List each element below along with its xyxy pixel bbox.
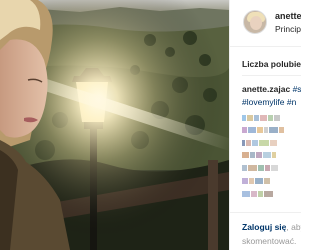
post-photo[interactable] [0,0,229,250]
login-prompt-text: , aby [286,222,301,232]
likes-count[interactable]: Liczba polubie [242,59,301,69]
photo-scene [0,0,229,250]
blurred-caption-line [242,127,285,133]
caption-tag-s[interactable]: #s [293,84,301,94]
post-side-panel: anette.z Principe Liczba polubie anette.… [229,0,301,250]
caption: anette.zajac #s #lovemylife #n [242,83,301,109]
login-prompt: Zaloguj się, aby [242,222,301,232]
blurred-caption-line [242,115,281,121]
login-link[interactable]: Zaloguj się [242,222,286,232]
login-prompt-line2: skomentować. [242,236,297,246]
blurred-caption-line [242,165,279,171]
post-header: anette.z Principe [230,0,301,47]
post-footer: Zaloguj się, aby skomentować. [230,212,301,250]
avatar[interactable] [243,10,267,34]
likes-divider [242,75,301,76]
blurred-caption-line [242,178,271,184]
blurred-caption-line [242,152,277,158]
blurred-caption-line [242,191,274,197]
caption-username[interactable]: anette.zajac [242,84,290,94]
avatar-face [250,16,262,30]
blurred-caption-line [242,140,278,146]
username-link[interactable]: anette.z [275,11,301,21]
location-link[interactable]: Principe [275,24,301,34]
caption-hashtags[interactable]: #lovemylife #n [242,97,296,107]
